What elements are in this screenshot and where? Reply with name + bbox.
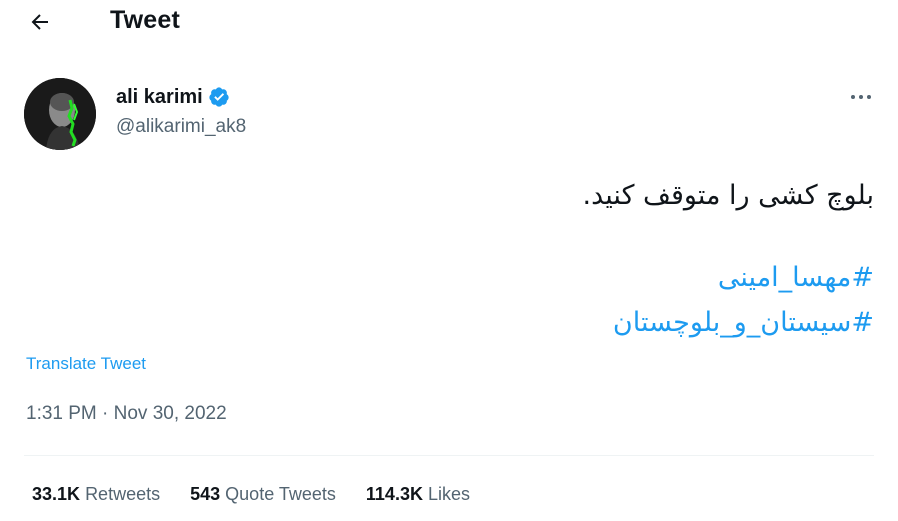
avatar-image (24, 78, 96, 150)
stat-count: 114.3K (365, 484, 423, 504)
author-info: ali karimi @alikarimi_ak8 (116, 84, 246, 138)
divider (24, 455, 874, 456)
back-button[interactable] (22, 4, 58, 40)
stat-count: 543 (190, 484, 221, 504)
avatar[interactable] (24, 78, 96, 150)
tweet-timestamp[interactable]: 1:31 PM · Nov 30, 2022 (26, 403, 227, 425)
tweet-text: بلوچ کشی را متوقف کنید. (582, 180, 874, 211)
arrow-left-icon (31, 14, 48, 30)
stat-label: Retweets (85, 484, 161, 504)
author-display-name[interactable]: ali karimi (116, 86, 203, 109)
author-handle[interactable]: @alikarimi_ak8 (116, 116, 246, 138)
stat-count: 33.1K (32, 484, 81, 504)
tweet-stats: 33.1K Retweets 543 Quote Tweets 114.3K L… (32, 484, 500, 505)
stat-label: Quote Tweets (225, 484, 336, 504)
translate-tweet-link[interactable]: Translate Tweet (26, 354, 146, 374)
likes-stat[interactable]: 114.3K Likes (366, 484, 470, 505)
more-horizontal-icon (851, 95, 871, 99)
hashtag-link[interactable]: #سیستان_و_بلوچستان (613, 307, 874, 338)
page-title: Tweet (110, 6, 180, 34)
more-options-button[interactable] (843, 84, 879, 110)
hashtag-link[interactable]: #مهسا_امینی (718, 262, 874, 293)
verified-badge-icon (209, 87, 229, 107)
tweet-header: Tweet (0, 0, 898, 44)
retweets-stat[interactable]: 33.1K Retweets (32, 484, 160, 505)
quote-tweets-stat[interactable]: 543 Quote Tweets (190, 484, 336, 505)
stat-label: Likes (427, 484, 471, 504)
